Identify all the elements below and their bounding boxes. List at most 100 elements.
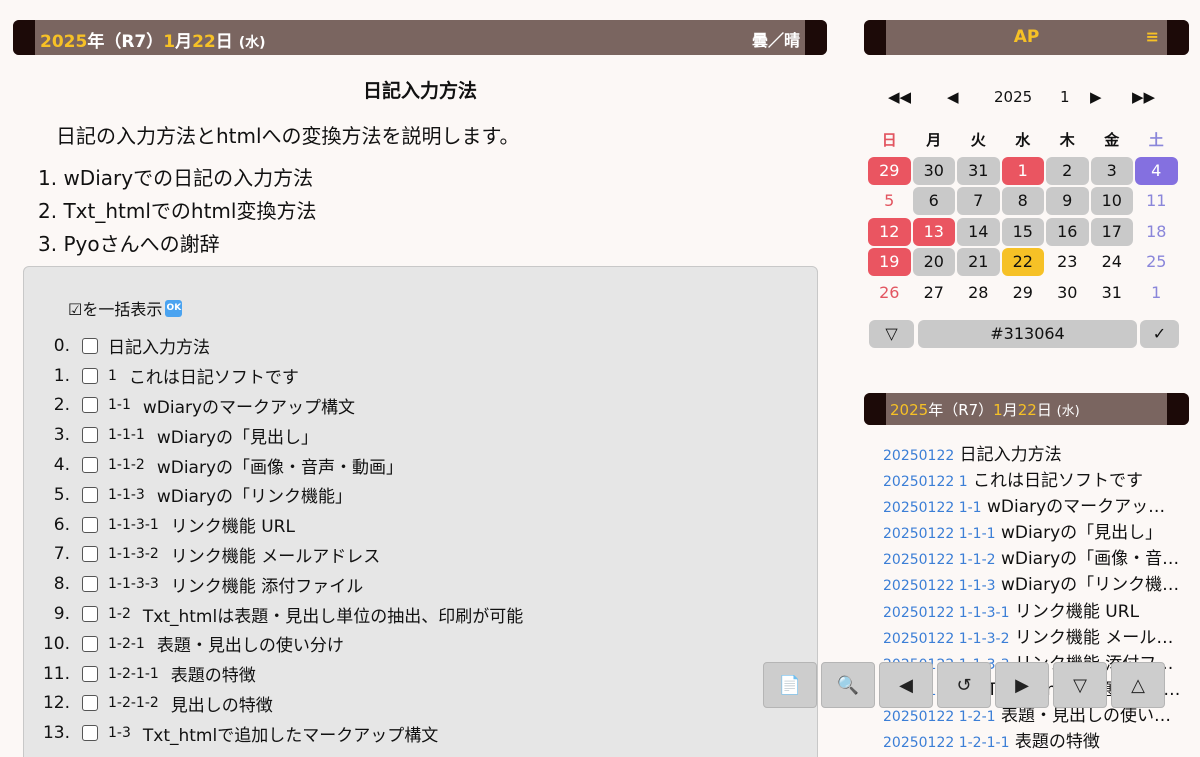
outline-text[interactable]: 見出しの特徴 (171, 691, 273, 716)
calendar-day[interactable]: 7 (957, 187, 1000, 215)
outline-checkbox[interactable] (82, 665, 98, 682)
outline-text[interactable]: リンク機能 メールアドレス (171, 542, 380, 567)
next-button[interactable]: ▶ (995, 662, 1049, 708)
prev-button[interactable]: ◀ (879, 662, 933, 708)
entry-item[interactable]: 20250122 1-1-3 wDiaryの「リンク機能」 (883, 570, 1181, 596)
calendar-day[interactable]: 6 (912, 187, 955, 215)
outline-checkbox[interactable] (82, 546, 98, 563)
outline-checkbox[interactable] (82, 486, 98, 503)
calendar-day[interactable]: 9 (1046, 187, 1089, 215)
entry-item[interactable]: 20250122 1-2-1-1 表題の特徴 (883, 727, 1181, 753)
calendar-day[interactable]: 20 (912, 248, 955, 276)
calendar-day[interactable]: 23 (1046, 248, 1089, 276)
calendar-year: 2025 (994, 88, 1033, 106)
confirm-button[interactable]: ✓ (1140, 320, 1179, 348)
calendar-day[interactable]: 17 (1090, 217, 1133, 246)
list-month: 1 (993, 401, 1003, 419)
search-icon[interactable]: 🔍 (821, 662, 875, 708)
scroll-down-button[interactable]: ▽ (1053, 662, 1107, 708)
outline-text[interactable]: wDiaryの「見出し」 (157, 423, 318, 448)
calendar-day[interactable]: 18 (1135, 218, 1178, 246)
entry-item[interactable]: 20250122 1-1-2 wDiaryの「画像・音声・動画」 (883, 544, 1181, 570)
outline-text[interactable]: リンク機能 URL (171, 512, 295, 537)
calendar-day[interactable]: 29 (1002, 279, 1045, 307)
next-year-button[interactable]: ▶▶ (1132, 88, 1155, 106)
calendar-day[interactable]: 22 (1001, 248, 1044, 276)
outline-checkbox[interactable] (82, 635, 98, 652)
outline-checkbox[interactable] (82, 367, 98, 384)
color-field[interactable]: #313064 (918, 320, 1137, 348)
calendar-day[interactable]: 4 (1135, 156, 1178, 185)
ok-icon[interactable]: OK (165, 299, 183, 317)
calendar-day[interactable]: 25 (1135, 248, 1178, 276)
outline-checkbox[interactable] (82, 337, 98, 354)
entry-item[interactable]: 20250122 1-1-1 wDiaryの「見出し」 (883, 518, 1181, 544)
outline-text[interactable]: 表題の特徴 (171, 661, 256, 686)
calendar-day[interactable]: 26 (868, 279, 911, 307)
entry-item[interactable]: 20250122 1-1 wDiaryのマークアップ構文 (883, 492, 1181, 518)
outline-checkbox[interactable] (82, 427, 98, 444)
list-dow: (水) (1056, 404, 1080, 419)
calendar-day[interactable]: 1 (1135, 279, 1178, 307)
entry-item[interactable]: 20250122 1-1-3-2 リンク機能 メールアドレス (883, 623, 1181, 649)
outline-text[interactable]: リンク機能 添付ファイル (171, 572, 363, 597)
calendar-day[interactable]: 24 (1091, 248, 1134, 276)
outline-text[interactable]: wDiaryのマークアップ構文 (143, 393, 355, 418)
toggle-all-checkboxes[interactable]: ☑を一括表示 OK (68, 296, 183, 320)
calendar-day[interactable]: 28 (957, 279, 1000, 307)
next-month-button[interactable]: ▶ (1090, 88, 1102, 106)
calendar-day[interactable]: 16 (1046, 217, 1089, 246)
entry-item[interactable]: 20250122 1-1-3-1 リンク機能 URL (883, 597, 1181, 623)
reload-icon[interactable]: ↺ (937, 662, 991, 708)
prev-month-button[interactable]: ◀ (947, 88, 959, 106)
calendar-day[interactable]: 3 (1090, 156, 1133, 185)
calendar-day[interactable]: 21 (957, 248, 1000, 276)
outline-checkbox[interactable] (82, 397, 98, 414)
menu-icon[interactable]: ≡ (1146, 27, 1159, 46)
calendar-day[interactable]: 12 (868, 217, 911, 246)
entry-code: 20250122 1-2-1 (883, 708, 996, 725)
calendar-day[interactable]: 31 (1091, 279, 1134, 307)
entry-item[interactable]: 20250122 日記入力方法 (883, 440, 1181, 466)
entry-item[interactable]: 20250122 1 これは日記ソフトです (883, 466, 1181, 492)
calendar-day[interactable]: 15 (1001, 217, 1044, 246)
header-year: 2025 (40, 32, 88, 52)
calendar-day[interactable]: 14 (957, 217, 1000, 246)
outline-number: 5. (53, 484, 70, 505)
outline-checkbox[interactable] (82, 457, 98, 474)
calendar-day[interactable]: 19 (868, 248, 911, 276)
calendar-week: 19 20 21 22 23 24 25 (868, 248, 1180, 279)
outline-checkbox[interactable] (82, 725, 98, 742)
outline-text[interactable]: Txt_htmlは表題・見出し単位の抽出、印刷が可能 (143, 602, 523, 627)
dropdown-button[interactable]: ▽ (869, 320, 914, 348)
calendar-day[interactable]: 1 (1001, 156, 1044, 185)
calendar-day[interactable]: 2 (1046, 156, 1089, 185)
outline-checkbox[interactable] (82, 576, 98, 593)
scroll-up-button[interactable]: △ (1111, 662, 1165, 708)
calendar-day[interactable]: 27 (913, 279, 956, 307)
outline-text[interactable]: Txt_htmlで追加したマークアップ構文 (143, 721, 438, 746)
outline-item: 0. 日記入力方法 (24, 331, 523, 361)
calendar-day[interactable]: 5 (868, 187, 911, 215)
calendar-day[interactable]: 8 (1001, 187, 1044, 215)
outline-text[interactable]: これは日記ソフトです (129, 363, 299, 388)
date-header-bar: 2025年（R7）1月22日 (水) 曇／晴 (13, 20, 827, 55)
outline-checkbox[interactable] (82, 516, 98, 533)
outline-text[interactable]: 日記入力方法 (108, 333, 210, 358)
outline-text[interactable]: 表題・見出しの使い分け (157, 631, 344, 656)
calendar-day[interactable]: 13 (912, 217, 955, 246)
document-icon[interactable]: 📄 (763, 662, 817, 708)
prev-year-button[interactable]: ◀◀ (888, 88, 911, 106)
outline-checkbox[interactable] (82, 695, 98, 712)
outline-checkbox[interactable] (82, 606, 98, 623)
outline-text[interactable]: wDiaryの「画像・音声・動画」 (157, 453, 403, 478)
list-header-date: 2025年（R7）1月22日 (水) (890, 399, 1080, 420)
calendar-day[interactable]: 29 (868, 156, 911, 185)
calendar-day[interactable]: 30 (1046, 279, 1089, 307)
calendar-day[interactable]: 10 (1090, 187, 1133, 215)
outline-text[interactable]: wDiaryの「リンク機能」 (157, 482, 352, 507)
calendar-day[interactable]: 11 (1135, 187, 1178, 215)
calendar-day[interactable]: 30 (912, 156, 955, 185)
header-month-suffix: 月 (175, 32, 193, 52)
calendar-day[interactable]: 31 (957, 156, 1000, 185)
